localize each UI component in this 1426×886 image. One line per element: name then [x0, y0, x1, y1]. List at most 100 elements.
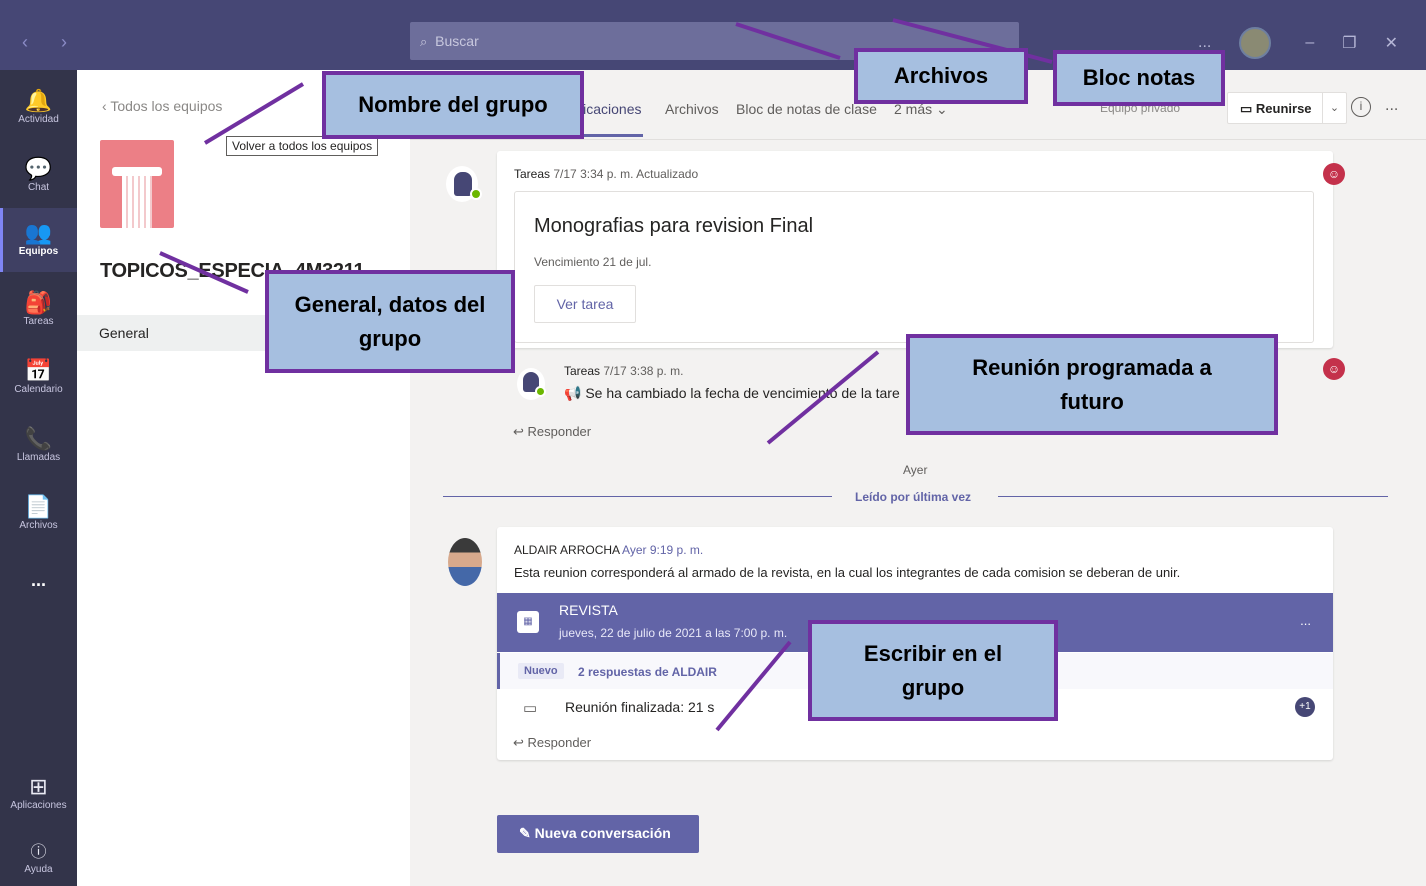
back-to-teams-link[interactable]: ‹ Todos los equipos	[102, 98, 222, 114]
callout-notebook: Bloc notas	[1053, 50, 1225, 106]
column-shaft	[122, 176, 152, 228]
new-badge: Nuevo	[518, 663, 564, 679]
minimize-button[interactable]: –	[1305, 34, 1314, 52]
meeting-more-button[interactable]: ...	[1300, 613, 1311, 628]
callout-files: Archivos	[854, 48, 1028, 104]
assignments-icon: 🎒	[24, 290, 53, 315]
chat-icon: 💬	[24, 156, 53, 181]
post-meta: Tareas 7/17 3:38 p. m.	[564, 364, 683, 378]
rail-label: Chat	[27, 182, 50, 193]
meet-label: Reunirse	[1255, 101, 1312, 116]
window-controls: ... – ❐ ✕	[1198, 26, 1426, 60]
assignment-card: Monografias para revision Final Vencimie…	[514, 191, 1314, 343]
profile-avatar[interactable]	[1239, 27, 1272, 59]
participants-badge[interactable]: +1	[1295, 697, 1315, 717]
assignments-app-avatar	[446, 166, 482, 202]
tabs-more-button[interactable]: ...	[1385, 97, 1398, 115]
app-rail: 🔔 Actividad 💬 Chat 👥 Equipos 🎒 Tareas 📅 …	[0, 70, 77, 886]
callout-future-meeting: Reunión programada a futuro	[906, 334, 1278, 435]
date-separator: Ayer	[903, 463, 928, 477]
assignment-due: Vencimiento 21 de jul.	[534, 255, 652, 269]
teams-icon: 👥	[24, 220, 53, 245]
last-read-line-right	[998, 496, 1388, 497]
post-status: Actualizado	[636, 167, 699, 181]
calendar-icon: 📅	[24, 358, 53, 383]
meet-button[interactable]: ▭ Reunirse ⌄	[1227, 92, 1347, 124]
rail-item-archivos[interactable]: 📄 Archivos	[0, 486, 77, 544]
reply-label: Responder	[527, 424, 592, 439]
user-avatar[interactable]	[448, 538, 482, 586]
replies-count[interactable]: 2 respuestas de ALDAIR	[578, 665, 717, 679]
info-icon[interactable]: i	[1351, 97, 1371, 117]
post-time: 7/17 3:34 p. m.	[553, 167, 634, 181]
new-conversation-label: Nueva conversación	[534, 825, 671, 841]
column-icon	[112, 167, 162, 176]
new-conversation-button[interactable]: ✎ Nueva conversación	[497, 815, 699, 853]
rail-label: Ayuda	[24, 864, 53, 875]
rail-label: Aplicaciones	[10, 800, 67, 811]
rail-item-calendario[interactable]: 📅 Calendario	[0, 350, 77, 408]
reply-icon: ↩	[513, 735, 528, 750]
calendar-icon: ▦	[517, 611, 539, 633]
post-app-name: Tareas	[514, 167, 551, 181]
view-assignment-button[interactable]: Ver tarea	[534, 285, 636, 323]
reply-button[interactable]: ↩ Responder	[513, 735, 591, 751]
post-author: ALDAIR ARROCHA	[514, 543, 620, 557]
post-time: Ayer 9:19 p. m.	[622, 543, 704, 557]
phone-icon: 📞	[24, 426, 53, 451]
meeting-date: jueves, 22 de julio de 2021 a las 7:00 p…	[559, 626, 788, 640]
help-icon: ⓘ	[30, 844, 47, 861]
team-logo	[100, 140, 174, 228]
search-placeholder: Buscar	[435, 33, 479, 49]
reply-button[interactable]: ↩ Responder	[513, 424, 591, 440]
history-arrows[interactable]: ‹ ›	[22, 32, 81, 53]
rail-item-chat[interactable]: 💬 Chat	[0, 148, 77, 206]
bell-icon: 🔔	[24, 88, 53, 113]
post-text: 📢 Se ha cambiado la fecha de vencimiento…	[564, 385, 900, 402]
reply-icon: ↩	[513, 424, 528, 439]
tab-archivos[interactable]: Archivos	[665, 101, 719, 117]
rail-label: Equipos	[18, 246, 59, 257]
rail-item-equipos[interactable]: 👥 Equipos	[0, 208, 77, 272]
video-icon: ▭	[1240, 101, 1256, 116]
rail-item-aplicaciones[interactable]: ⊞ Aplicaciones	[0, 770, 77, 826]
meeting-title: REVISTA	[559, 602, 618, 618]
search-icon: ⌕	[420, 34, 428, 49]
compose-icon: ✎	[519, 825, 535, 841]
tab-publicaciones[interactable]: licaciones	[577, 101, 644, 137]
callout-write: Escribir en el grupo	[808, 620, 1058, 721]
reaction-icon[interactable]: ☺	[1323, 163, 1345, 185]
megaphone-icon: 📢	[564, 385, 586, 401]
back-label: Todos los equipos	[110, 98, 223, 114]
callout-general: General, datos del grupo	[265, 270, 515, 373]
restore-button[interactable]: ❐	[1342, 33, 1356, 53]
rail-label: Calendario	[14, 384, 63, 395]
post-text-content: Se ha cambiado la fecha de vencimiento d…	[585, 385, 900, 401]
rail-label: Actividad	[18, 114, 59, 125]
task-post-card: Tareas 7/17 3:34 p. m. Actualizado ☺ Mon…	[497, 151, 1345, 348]
reply-label: Responder	[527, 735, 592, 750]
assignment-title: Monografias para revision Final	[534, 215, 814, 237]
callout-group-name: Nombre del grupo	[322, 71, 584, 139]
post-app-name: Tareas	[564, 364, 601, 378]
team-panel: ‹ Todos los equipos Volver a todos los e…	[77, 70, 410, 886]
rail-label: Llamadas	[16, 452, 61, 463]
teams-window: ‹ › ⌕ Buscar ... – ❐ ✕ 🔔 Actividad 💬 Cha…	[0, 0, 1426, 886]
last-read-line-left	[443, 496, 832, 497]
post-meta: Tareas 7/17 3:34 p. m. Actualizado	[514, 167, 698, 181]
post-meta: ALDAIR ARROCHA Ayer 9:19 p. m.	[514, 543, 703, 557]
reaction-icon[interactable]: ☺	[1323, 358, 1345, 380]
post-text: Esta reunion corresponderá al armado de …	[514, 565, 1181, 580]
rail-more-button[interactable]: ...	[0, 570, 77, 594]
rail-item-llamadas[interactable]: 📞 Llamadas	[0, 418, 77, 476]
apps-icon: ⊞	[29, 774, 48, 799]
last-read-label: Leído por última vez	[855, 490, 972, 504]
rail-label: Tareas	[23, 316, 54, 327]
file-icon: 📄	[24, 494, 53, 519]
chevron-down-icon[interactable]: ⌄	[1322, 93, 1346, 123]
rail-item-tareas[interactable]: 🎒 Tareas	[0, 282, 77, 340]
rail-item-ayuda[interactable]: ⓘ Ayuda	[0, 840, 77, 886]
close-button[interactable]: ✕	[1385, 33, 1398, 53]
rail-item-actividad[interactable]: 🔔 Actividad	[0, 80, 77, 138]
meeting-ended-text: Reunión finalizada: 21 s	[565, 699, 715, 715]
